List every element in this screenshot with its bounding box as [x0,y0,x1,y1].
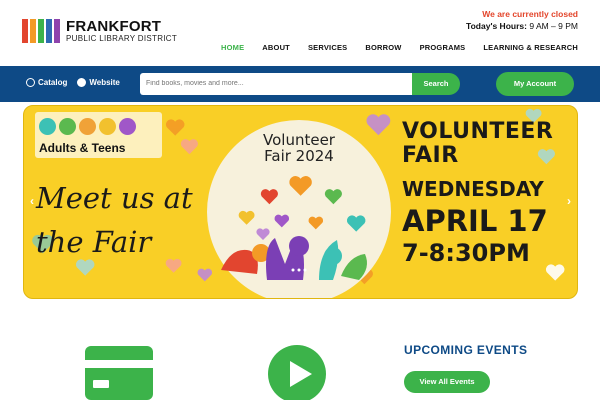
search-button[interactable]: Search [412,73,460,95]
nav-home[interactable]: HOME [221,43,244,52]
volunteer-fair-circle: Volunteer Fair 2024 [207,120,391,298]
event-date: APRIL 17 [402,204,548,238]
hours-value: 9 AM – 9 PM [529,21,578,31]
logo-title: FRANKFORT [66,17,162,35]
upcoming-events-title: UPCOMING EVENTS [404,343,528,357]
radio-website-label: Website [89,78,120,87]
meet-us-text: Meet us at the Fair [36,181,193,259]
event-heading-2: FAIR [402,143,459,168]
hours-label: Today's Hours: [466,21,527,31]
radio-catalog-indicator[interactable] [26,78,35,87]
radio-catalog[interactable]: Catalog [26,78,67,87]
todays-hours: Today's Hours: 9 AM – 9 PM [466,20,578,32]
event-details: VOLUNTEER FAIR WEDNESDAY APRIL 17 7-8:30… [402,120,553,268]
closed-status: We are currently closed [482,9,578,19]
logo-bar [46,19,52,43]
nav-borrow[interactable]: BORROW [365,43,401,52]
event-time: 7-8:30PM [402,239,530,267]
logo-bar [22,19,28,43]
my-account-button[interactable]: My Account [496,72,574,96]
library-logo[interactable]: FRANKFORT PUBLIC LIBRARY DISTRICT [22,19,177,43]
radio-website[interactable]: Website [77,78,120,87]
play-icon[interactable] [268,345,326,400]
logo-bar [54,19,60,43]
search-bar: Catalog Website Search My Account [0,66,600,102]
radio-catalog-label: Catalog [38,78,68,87]
event-day: WEDNESDAY [402,177,544,201]
library-status: We are currently closed Today's Hours: 9… [466,8,578,32]
nav-services[interactable]: SERVICES [308,43,347,52]
event-heading-1: VOLUNTEER [402,119,554,144]
nav-programs[interactable]: PROGRAMS [420,43,466,52]
main-nav: HOME ABOUT SERVICES BORROW PROGRAMS LEAR… [221,43,578,52]
site-header: FRANKFORT PUBLIC LIBRARY DISTRICT We are… [0,0,600,66]
logo-bar [38,19,44,43]
nav-about[interactable]: ABOUT [262,43,290,52]
search-input[interactable] [140,73,412,95]
logo-subtitle: PUBLIC LIBRARY DISTRICT [66,33,178,43]
view-all-events-button[interactable]: View All Events [404,371,490,393]
hero-banner[interactable]: Adults & Teens Meet us at the Fair Volun… [23,105,578,299]
logo-bar [30,19,36,43]
search-scope: Catalog Website [26,78,120,87]
chevron-right-icon[interactable]: › [567,194,571,208]
radio-website-indicator[interactable] [77,78,87,87]
people-hearts-illustration [221,176,367,280]
logo-bars-icon [22,19,60,43]
credit-card-icon[interactable] [85,346,153,400]
chevron-left-icon[interactable]: ‹ [30,194,34,208]
nav-learning-research[interactable]: LEARNING & RESEARCH [483,43,578,52]
